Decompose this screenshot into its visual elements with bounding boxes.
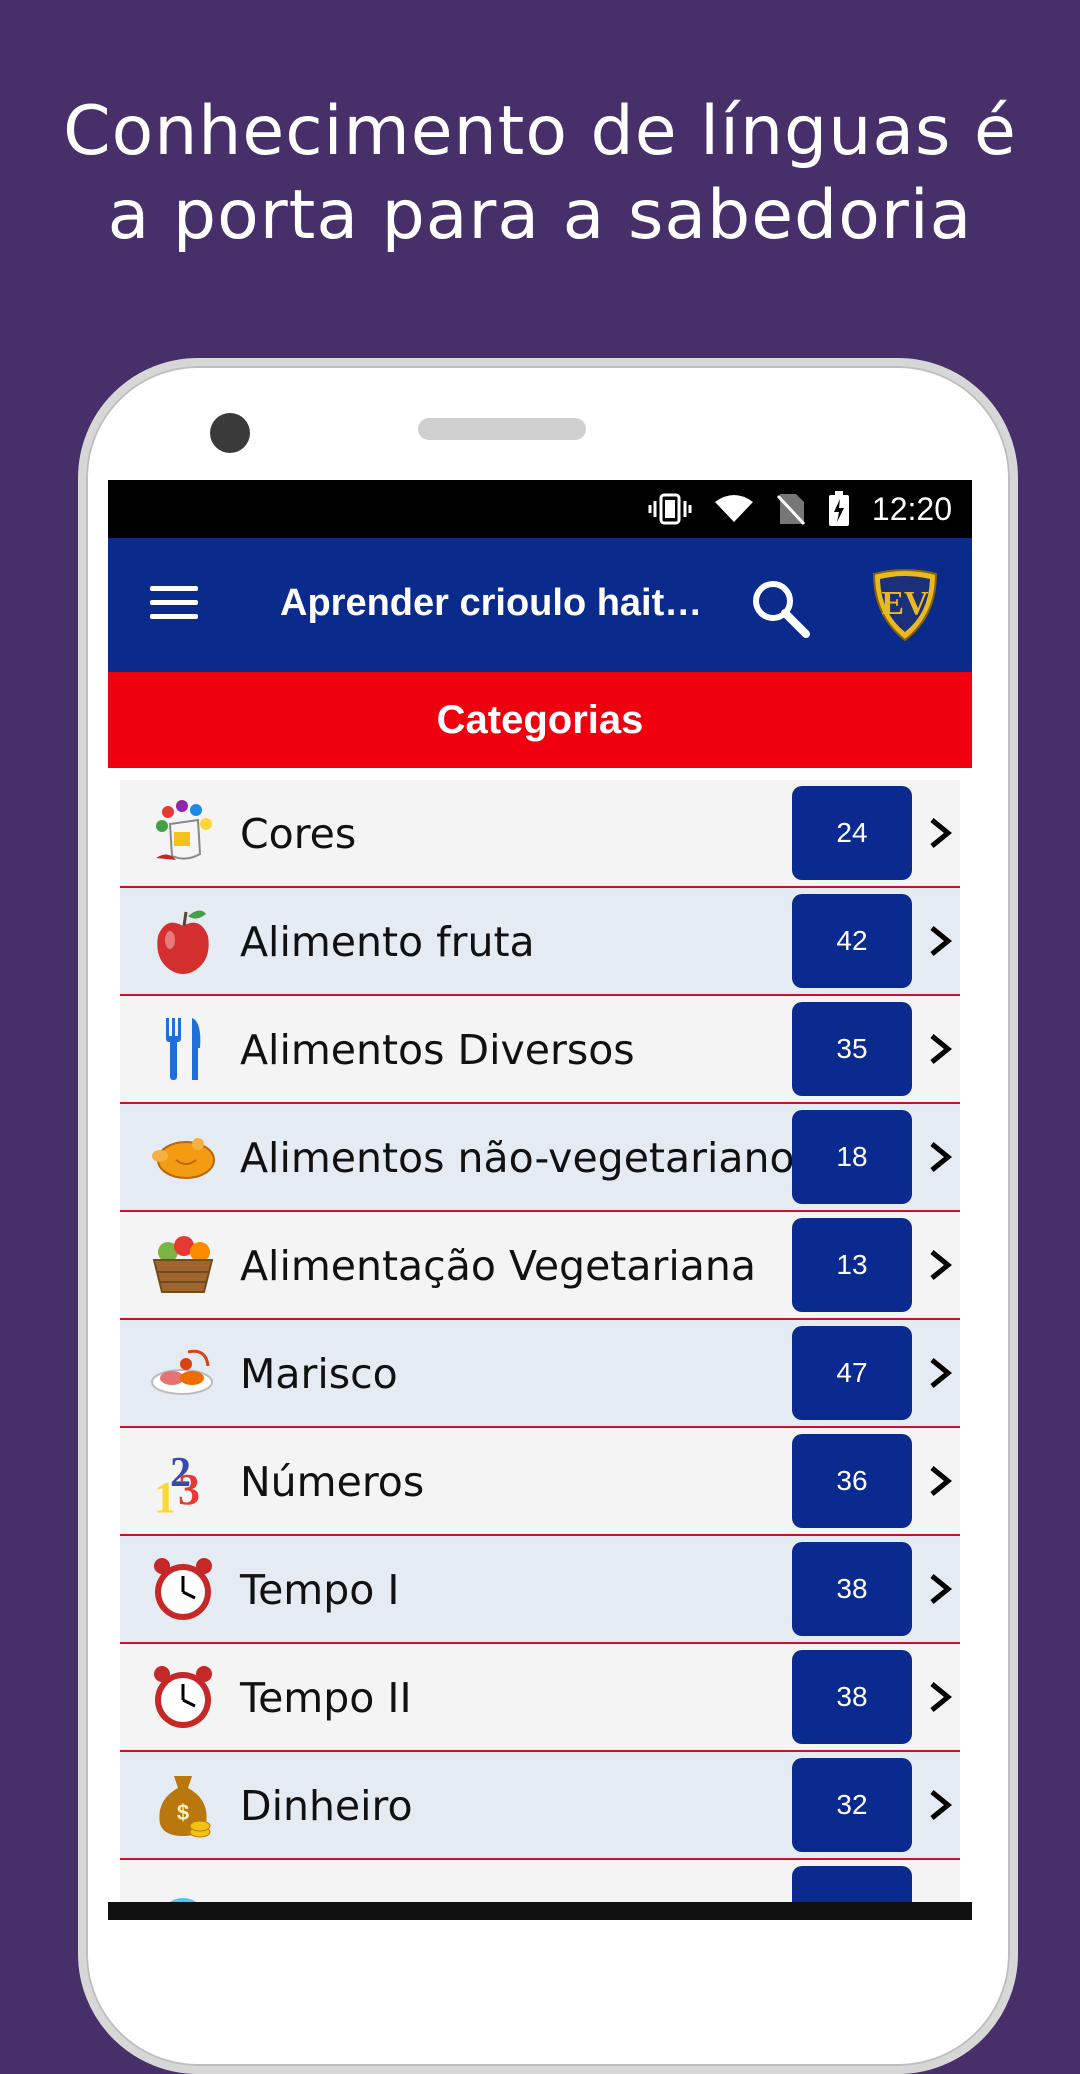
- chevron-right-icon: [930, 818, 952, 848]
- wifi-icon: [714, 494, 754, 524]
- category-row-tempo-i[interactable]: Tempo I 38: [120, 1536, 960, 1644]
- svg-text:EV: EV: [881, 585, 929, 622]
- category-label: Tempo II: [240, 1674, 412, 1722]
- numbers-icon: 2 3 1: [148, 1446, 218, 1516]
- roast-chicken-icon: [148, 1122, 218, 1192]
- hamburger-menu-icon[interactable]: [150, 586, 198, 622]
- svg-text:1: 1: [154, 1473, 176, 1516]
- phone-camera: [210, 413, 250, 453]
- count-badge: 13: [792, 1218, 912, 1312]
- chevron-right-icon: [930, 1790, 952, 1820]
- category-row-alimentacao-vegetariana[interactable]: Alimentação Vegetariana 13: [120, 1212, 960, 1320]
- categories-header: Categorias: [108, 672, 972, 768]
- status-bar: 12:20: [108, 480, 972, 538]
- fork-knife-icon: [148, 1014, 218, 1084]
- category-label: Números: [240, 1458, 425, 1506]
- category-label: Cores: [240, 810, 357, 858]
- money-bag-icon: $: [148, 1770, 218, 1840]
- category-label: Alimento fruta: [240, 918, 535, 966]
- count-badge: 18: [792, 1110, 912, 1204]
- chevron-right-icon: [930, 1034, 952, 1064]
- alarm-clock-icon: [148, 1554, 218, 1624]
- chevron-right-icon: [930, 1466, 952, 1496]
- count-badge: 47: [792, 1326, 912, 1420]
- headline-line-1: Conhecimento de línguas é: [63, 92, 1017, 171]
- category-label: Marisco: [240, 1350, 398, 1398]
- category-label: Alimentos Diversos: [240, 1026, 635, 1074]
- vegetable-basket-icon: [148, 1230, 218, 1300]
- category-label: Alimentação Vegetariana: [240, 1242, 756, 1290]
- svg-text:$: $: [177, 1800, 189, 1825]
- count-badge: 42: [792, 894, 912, 988]
- count-badge: 32: [792, 1758, 912, 1852]
- status-time: 12:20: [871, 490, 952, 527]
- vibrate-icon: [648, 492, 692, 526]
- category-row-cores[interactable]: Cores 24: [120, 780, 960, 888]
- app-bar: Aprender crioulo hait… EV: [108, 538, 972, 672]
- app-logo-shield-icon[interactable]: EV: [870, 568, 940, 642]
- headline-line-2: a porta para a sabedoria: [107, 176, 973, 255]
- nav-bar-edge: [108, 1902, 972, 1920]
- count-badge: 38: [792, 1542, 912, 1636]
- count-badge: 36: [792, 1434, 912, 1528]
- category-label: Tempo I: [240, 1566, 400, 1614]
- category-label: Alimentos não-vegetarianos: [240, 1134, 816, 1182]
- paint-bucket-icon: [148, 798, 218, 868]
- app-screen: 12:20 Aprender crioulo hait… EV Categori…: [108, 480, 972, 1920]
- chevron-right-icon: [930, 1250, 952, 1280]
- category-row-alimento-fruta[interactable]: Alimento fruta 42: [120, 888, 960, 996]
- chevron-right-icon: [930, 926, 952, 956]
- chevron-right-icon: [930, 1682, 952, 1712]
- chevron-right-icon: [930, 1358, 952, 1388]
- category-list: Cores 24 Alimento fruta 42 Alimentos Div…: [120, 780, 960, 1920]
- chevron-right-icon: [930, 1142, 952, 1172]
- category-row-alimentos-nao-vegetarianos[interactable]: Alimentos não-vegetarianos 18: [120, 1104, 960, 1212]
- category-row-alimentos-diversos[interactable]: Alimentos Diversos 35: [120, 996, 960, 1104]
- category-row-marisco[interactable]: Marisco 47: [120, 1320, 960, 1428]
- apple-icon: [148, 906, 218, 976]
- battery-charging-icon: [828, 491, 850, 527]
- svg-text:3: 3: [178, 1465, 200, 1514]
- category-row-tempo-ii[interactable]: Tempo II 38: [120, 1644, 960, 1752]
- no-sim-icon: [776, 492, 806, 526]
- category-label: Dinheiro: [240, 1782, 413, 1830]
- search-icon[interactable]: [748, 576, 812, 640]
- promo-headline: Conhecimento de línguas é a porta para a…: [0, 90, 1080, 258]
- alarm-clock-icon: [148, 1662, 218, 1732]
- category-row-dinheiro[interactable]: $ Dinheiro 32: [120, 1752, 960, 1860]
- chevron-right-icon: [930, 1574, 952, 1604]
- app-title: Aprender crioulo hait…: [280, 582, 703, 624]
- count-badge: 35: [792, 1002, 912, 1096]
- count-badge: 38: [792, 1650, 912, 1744]
- phone-speaker: [418, 418, 586, 440]
- count-badge: 24: [792, 786, 912, 880]
- seafood-icon: [148, 1338, 218, 1408]
- category-row-numeros[interactable]: 2 3 1 Números 36: [120, 1428, 960, 1536]
